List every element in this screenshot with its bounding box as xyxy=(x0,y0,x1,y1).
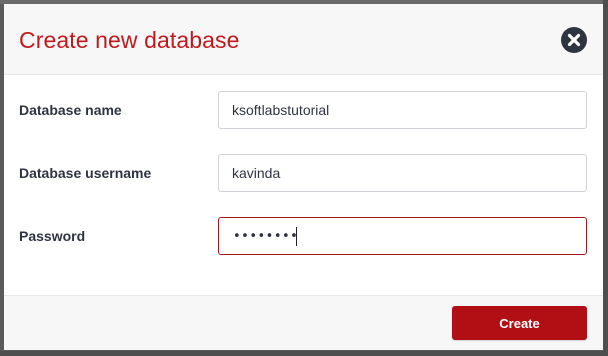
database-username-row: Database username xyxy=(4,154,603,192)
password-label: Password xyxy=(19,228,86,244)
text-caret xyxy=(296,227,297,246)
database-name-label: Database name xyxy=(19,102,122,118)
close-icon xyxy=(567,33,581,47)
dialog-header: Create new database xyxy=(4,4,603,75)
create-button[interactable]: Create xyxy=(452,306,587,340)
password-row: Password •••••••• xyxy=(4,217,603,255)
window-frame-bottom xyxy=(0,351,608,356)
database-username-input[interactable] xyxy=(218,154,587,192)
dialog-title: Create new database xyxy=(19,27,240,53)
database-name-row: Database name xyxy=(4,91,603,129)
create-database-dialog: Create new database Database name Databa… xyxy=(4,4,603,350)
dialog-footer: Create xyxy=(4,295,603,350)
close-button[interactable] xyxy=(561,27,587,53)
database-name-input[interactable] xyxy=(218,91,587,129)
database-username-label: Database username xyxy=(19,165,152,181)
window-frame-right xyxy=(603,0,608,356)
password-input[interactable]: •••••••• xyxy=(218,217,587,255)
password-masked-value: •••••••• xyxy=(233,229,299,244)
